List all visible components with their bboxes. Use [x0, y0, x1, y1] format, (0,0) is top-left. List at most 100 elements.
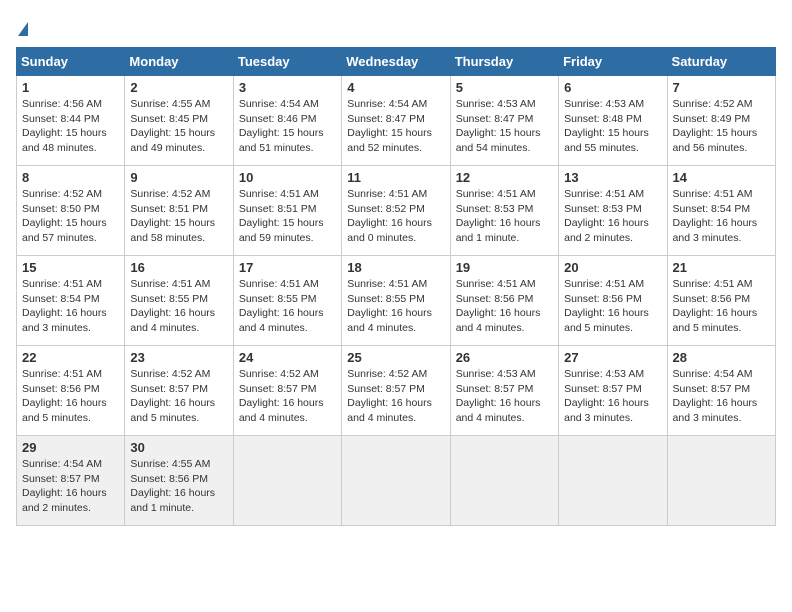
day-cell: 25 Sunrise: 4:52 AM Sunset: 8:57 PM Dayli… — [342, 346, 450, 436]
day-number: 6 — [564, 80, 661, 95]
day-info: Sunrise: 4:54 AM Sunset: 8:46 PM Dayligh… — [239, 97, 336, 156]
logo-text — [16, 16, 28, 39]
day-cell — [342, 436, 450, 526]
week-row-5: 29 Sunrise: 4:54 AM Sunset: 8:57 PM Dayli… — [17, 436, 776, 526]
day-header-sunday: Sunday — [17, 48, 125, 76]
day-info: Sunrise: 4:51 AM Sunset: 8:54 PM Dayligh… — [22, 277, 119, 336]
day-header-monday: Monday — [125, 48, 233, 76]
day-info: Sunrise: 4:54 AM Sunset: 8:57 PM Dayligh… — [22, 457, 119, 516]
day-cell: 13 Sunrise: 4:51 AM Sunset: 8:53 PM Dayli… — [559, 166, 667, 256]
day-number: 29 — [22, 440, 119, 455]
day-number: 20 — [564, 260, 661, 275]
day-number: 24 — [239, 350, 336, 365]
day-cell — [667, 436, 775, 526]
calendar-body: 1Sunrise: 4:56 AM Sunset: 8:44 PM Daylig… — [17, 76, 776, 526]
day-cell: 12 Sunrise: 4:51 AM Sunset: 8:53 PM Dayli… — [450, 166, 558, 256]
day-header-tuesday: Tuesday — [233, 48, 341, 76]
day-number: 22 — [22, 350, 119, 365]
week-row-2: 8 Sunrise: 4:52 AM Sunset: 8:50 PM Daylig… — [17, 166, 776, 256]
day-cell: 9 Sunrise: 4:52 AM Sunset: 8:51 PM Daylig… — [125, 166, 233, 256]
day-number: 19 — [456, 260, 553, 275]
day-cell: 23 Sunrise: 4:52 AM Sunset: 8:57 PM Dayli… — [125, 346, 233, 436]
day-info: Sunrise: 4:51 AM Sunset: 8:56 PM Dayligh… — [456, 277, 553, 336]
day-number: 3 — [239, 80, 336, 95]
day-cell: 3 Sunrise: 4:54 AM Sunset: 8:46 PM Daylig… — [233, 76, 341, 166]
week-row-1: 1Sunrise: 4:56 AM Sunset: 8:44 PM Daylig… — [17, 76, 776, 166]
day-cell: 1Sunrise: 4:56 AM Sunset: 8:44 PM Daylig… — [17, 76, 125, 166]
day-cell: 24 Sunrise: 4:52 AM Sunset: 8:57 PM Dayli… — [233, 346, 341, 436]
day-info: Sunrise: 4:53 AM Sunset: 8:57 PM Dayligh… — [456, 367, 553, 426]
day-info: Sunrise: 4:51 AM Sunset: 8:51 PM Dayligh… — [239, 187, 336, 246]
day-info: Sunrise: 4:51 AM Sunset: 8:54 PM Dayligh… — [673, 187, 770, 246]
day-cell: 10 Sunrise: 4:51 AM Sunset: 8:51 PM Dayli… — [233, 166, 341, 256]
calendar-table: SundayMondayTuesdayWednesdayThursdayFrid… — [16, 47, 776, 526]
day-info: Sunrise: 4:51 AM Sunset: 8:56 PM Dayligh… — [22, 367, 119, 426]
day-cell: 19 Sunrise: 4:51 AM Sunset: 8:56 PM Dayli… — [450, 256, 558, 346]
day-info: Sunrise: 4:55 AM Sunset: 8:45 PM Dayligh… — [130, 97, 227, 156]
day-number: 10 — [239, 170, 336, 185]
day-info: Sunrise: 4:53 AM Sunset: 8:48 PM Dayligh… — [564, 97, 661, 156]
day-cell: 26 Sunrise: 4:53 AM Sunset: 8:57 PM Dayli… — [450, 346, 558, 436]
day-info: Sunrise: 4:51 AM Sunset: 8:53 PM Dayligh… — [564, 187, 661, 246]
day-number: 23 — [130, 350, 227, 365]
day-cell: 30 Sunrise: 4:55 AM Sunset: 8:56 PM Dayli… — [125, 436, 233, 526]
day-info: Sunrise: 4:51 AM Sunset: 8:55 PM Dayligh… — [347, 277, 444, 336]
day-number: 12 — [456, 170, 553, 185]
day-number: 25 — [347, 350, 444, 365]
day-number: 17 — [239, 260, 336, 275]
day-number: 11 — [347, 170, 444, 185]
day-number: 4 — [347, 80, 444, 95]
day-cell: 17 Sunrise: 4:51 AM Sunset: 8:55 PM Dayli… — [233, 256, 341, 346]
day-number: 13 — [564, 170, 661, 185]
day-cell: 15 Sunrise: 4:51 AM Sunset: 8:54 PM Dayli… — [17, 256, 125, 346]
day-cell: 18 Sunrise: 4:51 AM Sunset: 8:55 PM Dayli… — [342, 256, 450, 346]
day-number: 14 — [673, 170, 770, 185]
day-info: Sunrise: 4:54 AM Sunset: 8:57 PM Dayligh… — [673, 367, 770, 426]
day-info: Sunrise: 4:54 AM Sunset: 8:47 PM Dayligh… — [347, 97, 444, 156]
day-cell: 29 Sunrise: 4:54 AM Sunset: 8:57 PM Dayli… — [17, 436, 125, 526]
day-number: 28 — [673, 350, 770, 365]
day-info: Sunrise: 4:52 AM Sunset: 8:51 PM Dayligh… — [130, 187, 227, 246]
day-cell: 11 Sunrise: 4:51 AM Sunset: 8:52 PM Dayli… — [342, 166, 450, 256]
day-cell: 2 Sunrise: 4:55 AM Sunset: 8:45 PM Daylig… — [125, 76, 233, 166]
day-number: 2 — [130, 80, 227, 95]
page-header — [16, 16, 776, 39]
day-cell — [233, 436, 341, 526]
day-number: 30 — [130, 440, 227, 455]
day-number: 15 — [22, 260, 119, 275]
day-info: Sunrise: 4:55 AM Sunset: 8:56 PM Dayligh… — [130, 457, 227, 516]
day-cell: 21 Sunrise: 4:51 AM Sunset: 8:56 PM Dayli… — [667, 256, 775, 346]
day-info: Sunrise: 4:56 AM Sunset: 8:44 PM Dayligh… — [22, 97, 119, 156]
day-cell: 5Sunrise: 4:53 AM Sunset: 8:47 PM Daylig… — [450, 76, 558, 166]
calendar-header-row: SundayMondayTuesdayWednesdayThursdayFrid… — [17, 48, 776, 76]
day-info: Sunrise: 4:52 AM Sunset: 8:57 PM Dayligh… — [239, 367, 336, 426]
day-number: 27 — [564, 350, 661, 365]
week-row-3: 15 Sunrise: 4:51 AM Sunset: 8:54 PM Dayli… — [17, 256, 776, 346]
day-number: 18 — [347, 260, 444, 275]
day-number: 21 — [673, 260, 770, 275]
day-number: 16 — [130, 260, 227, 275]
day-info: Sunrise: 4:53 AM Sunset: 8:57 PM Dayligh… — [564, 367, 661, 426]
day-cell: 6 Sunrise: 4:53 AM Sunset: 8:48 PM Daylig… — [559, 76, 667, 166]
day-info: Sunrise: 4:51 AM Sunset: 8:55 PM Dayligh… — [239, 277, 336, 336]
day-cell: 20Sunrise: 4:51 AM Sunset: 8:56 PM Dayli… — [559, 256, 667, 346]
day-cell: 14 Sunrise: 4:51 AM Sunset: 8:54 PM Dayli… — [667, 166, 775, 256]
day-info: Sunrise: 4:53 AM Sunset: 8:47 PM Dayligh… — [456, 97, 553, 156]
day-info: Sunrise: 4:52 AM Sunset: 8:57 PM Dayligh… — [130, 367, 227, 426]
day-cell — [559, 436, 667, 526]
day-number: 26 — [456, 350, 553, 365]
day-info: Sunrise: 4:51 AM Sunset: 8:56 PM Dayligh… — [673, 277, 770, 336]
day-cell: 28 Sunrise: 4:54 AM Sunset: 8:57 PM Dayli… — [667, 346, 775, 436]
day-cell: 8 Sunrise: 4:52 AM Sunset: 8:50 PM Daylig… — [17, 166, 125, 256]
day-number: 7 — [673, 80, 770, 95]
day-info: Sunrise: 4:51 AM Sunset: 8:55 PM Dayligh… — [130, 277, 227, 336]
day-number: 8 — [22, 170, 119, 185]
day-info: Sunrise: 4:52 AM Sunset: 8:57 PM Dayligh… — [347, 367, 444, 426]
day-info: Sunrise: 4:52 AM Sunset: 8:50 PM Dayligh… — [22, 187, 119, 246]
day-info: Sunrise: 4:51 AM Sunset: 8:53 PM Dayligh… — [456, 187, 553, 246]
day-number: 9 — [130, 170, 227, 185]
week-row-4: 22 Sunrise: 4:51 AM Sunset: 8:56 PM Dayli… — [17, 346, 776, 436]
day-info: Sunrise: 4:51 AM Sunset: 8:52 PM Dayligh… — [347, 187, 444, 246]
day-header-saturday: Saturday — [667, 48, 775, 76]
logo — [16, 16, 28, 39]
